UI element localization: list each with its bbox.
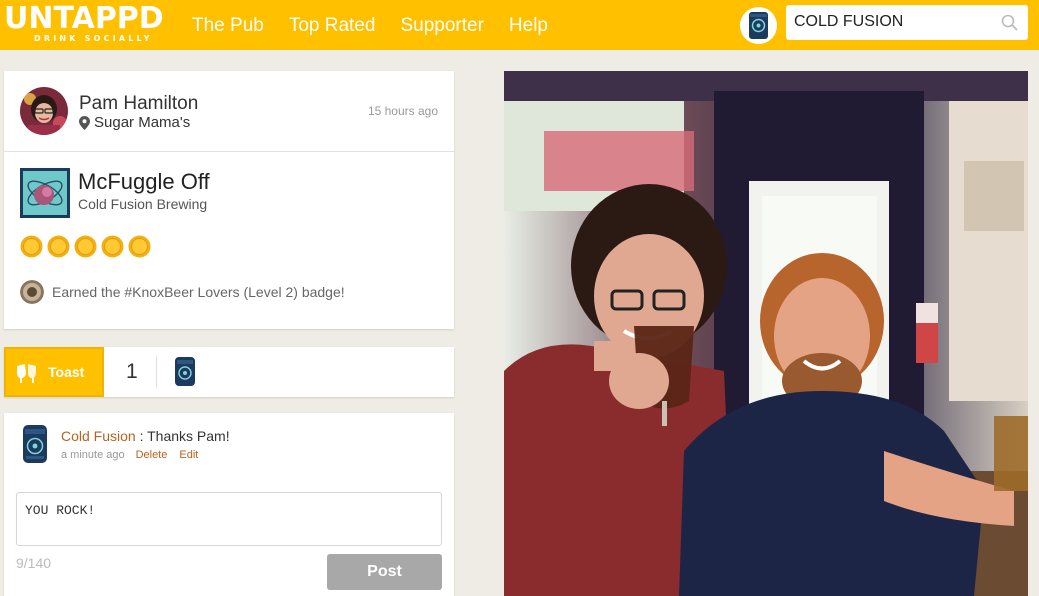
user-name[interactable]: Pam Hamilton (79, 93, 198, 115)
beer-name[interactable]: McFuggle Off (78, 169, 210, 195)
comments-card: Cold Fusion : Thanks Pam! a minute ago D… (4, 413, 454, 596)
nav-supporter[interactable]: Supporter (400, 15, 483, 37)
toast-label: Toast (48, 364, 85, 380)
user-menu-avatar[interactable] (740, 7, 777, 44)
bottle-cap-icon (74, 235, 97, 258)
logo-wordmark: UNTAPPD (4, 1, 164, 36)
venue-link[interactable]: Sugar Mama's (79, 114, 190, 131)
nav-the-pub[interactable]: The Pub (192, 15, 264, 37)
reply-textarea[interactable]: YOU ROCK! (16, 492, 442, 546)
beer-label-icon (20, 168, 70, 218)
nav-top-rated[interactable]: Top Rated (289, 15, 376, 37)
bottle-cap-icon (47, 235, 70, 258)
bottle-cap-icon (20, 235, 43, 258)
brewery-name[interactable]: Cold Fusion Brewing (78, 196, 207, 212)
badge-text[interactable]: Earned the #KnoxBeer Lovers (Level 2) ba… (52, 284, 345, 300)
toaster-avatar[interactable] (174, 356, 196, 387)
user-avatar[interactable] (20, 87, 68, 135)
rating-caps (20, 235, 155, 258)
checkin-photo-image (504, 71, 1028, 596)
badge-icon[interactable] (20, 280, 44, 304)
toast-glasses-icon (17, 364, 36, 383)
character-count: 9/140 (16, 555, 52, 571)
checkin-timestamp[interactable]: 15 hours ago (368, 104, 438, 118)
comment-separator: : (135, 428, 148, 444)
toast-button[interactable]: Toast (4, 347, 104, 397)
search-box (786, 5, 1028, 40)
badge-earned-row: Earned the #KnoxBeer Lovers (Level 2) ba… (20, 280, 345, 304)
cold-fusion-avatar-icon (740, 7, 777, 44)
commenter-avatar[interactable] (22, 424, 48, 464)
untappd-logo[interactable]: UNTAPPD DRINK SOCIALLY (4, 4, 172, 46)
cold-fusion-logo-icon (23, 425, 47, 463)
comment-text: Thanks Pam! (147, 428, 230, 444)
venue-name: Sugar Mama's (94, 114, 191, 131)
search-input[interactable] (786, 5, 986, 38)
comment-line: Cold Fusion : Thanks Pam! (61, 428, 230, 444)
comment-edit-link[interactable]: Edit (179, 449, 198, 461)
beer-label-image[interactable] (20, 168, 70, 218)
comment-time: a minute ago (61, 449, 125, 461)
map-pin-icon (79, 115, 90, 130)
checkin-card: Pam Hamilton Sugar Mama's 15 hours ago M… (4, 71, 454, 329)
comment-meta: a minute ago Delete Edit (61, 449, 210, 461)
checkin-user-row: Pam Hamilton Sugar Mama's 15 hours ago (4, 71, 454, 152)
bottle-cap-icon (101, 235, 124, 258)
toast-count[interactable]: 1 (126, 360, 138, 384)
comment-author[interactable]: Cold Fusion (61, 428, 136, 444)
checkin-photo[interactable] (504, 71, 1028, 596)
toast-bar: Toast 1 (4, 347, 454, 397)
nav-help[interactable]: Help (509, 15, 548, 37)
main-nav: The Pub Top Rated Supporter Help (192, 15, 573, 37)
cold-fusion-logo-icon (175, 357, 195, 386)
search-icon[interactable] (1001, 14, 1018, 31)
bottle-cap-icon (128, 235, 151, 258)
top-bar: UNTAPPD DRINK SOCIALLY The Pub Top Rated… (0, 0, 1039, 50)
comment-delete-link[interactable]: Delete (136, 449, 168, 461)
divider (156, 356, 157, 388)
pam-avatar-icon (20, 87, 68, 135)
post-button[interactable]: Post (327, 554, 442, 590)
